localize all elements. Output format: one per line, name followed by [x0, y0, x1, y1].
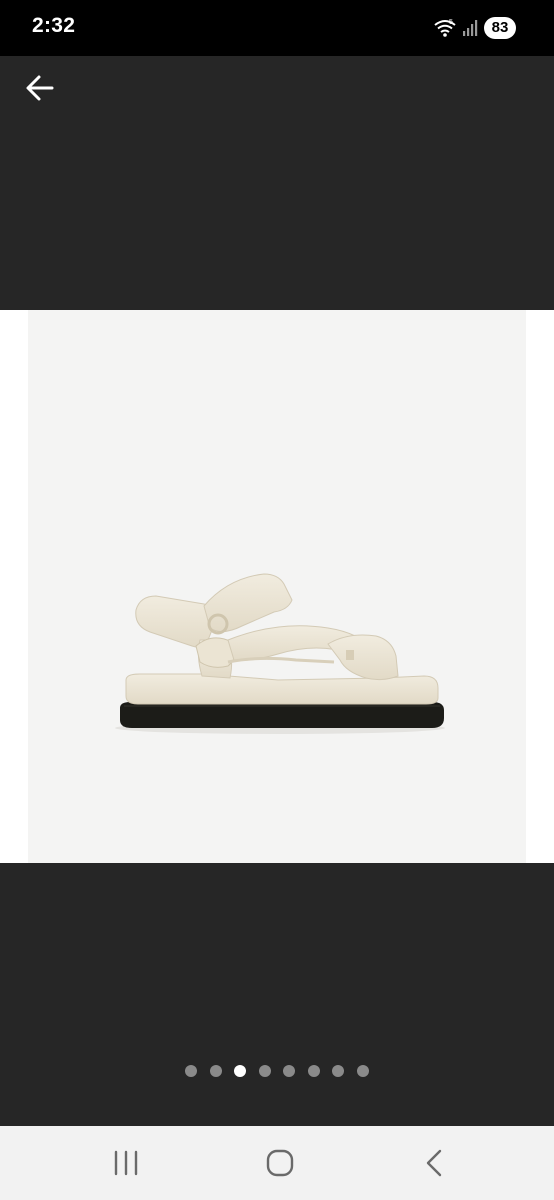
viewer-header [0, 56, 554, 310]
svg-text:5: 5 [449, 19, 453, 26]
wifi-icon: 5 [434, 19, 456, 37]
battery-level: 83 [484, 17, 516, 39]
page-dot[interactable] [185, 1065, 198, 1077]
status-time: 2:32 [32, 14, 76, 37]
sandal-photo [115, 573, 445, 734]
page-dot[interactable] [332, 1065, 345, 1077]
page-dot[interactable] [283, 1065, 296, 1077]
nav-back-button[interactable] [414, 1146, 454, 1180]
product-image[interactable] [28, 310, 526, 863]
signal-icon [463, 20, 478, 36]
back-chevron-icon [426, 1149, 442, 1177]
recents-button[interactable] [106, 1146, 146, 1180]
page-dot[interactable] [209, 1065, 222, 1077]
system-nav-bar [0, 1126, 554, 1200]
page-dot[interactable] [307, 1065, 320, 1077]
image-viewer[interactable] [0, 310, 554, 863]
viewer-footer [0, 863, 554, 1126]
back-button[interactable] [20, 70, 60, 106]
status-icons: 5 83 [434, 16, 516, 40]
home-button[interactable] [260, 1146, 300, 1180]
page-indicator [0, 1065, 554, 1077]
page-dot[interactable] [258, 1065, 271, 1077]
page-dot[interactable] [356, 1065, 369, 1077]
status-bar: 2:32 5 83 [0, 0, 554, 56]
page-dot-active[interactable] [234, 1065, 247, 1077]
home-icon [266, 1149, 294, 1177]
arrow-left-icon [26, 75, 54, 101]
recents-icon [114, 1150, 138, 1176]
